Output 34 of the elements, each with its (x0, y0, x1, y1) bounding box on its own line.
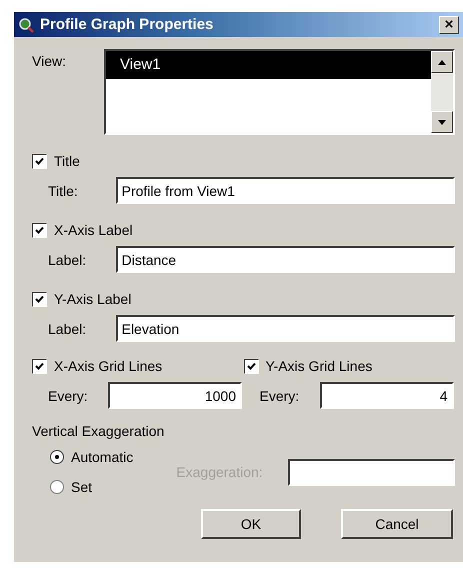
scrollbar[interactable] (431, 51, 453, 133)
field-label: Label: (48, 320, 88, 336)
field-label: Title: (48, 182, 79, 198)
checkbox[interactable]: X-Axis Label (32, 222, 455, 238)
text-field[interactable]: Distance (116, 246, 455, 273)
up-arrow-icon (438, 60, 446, 64)
text-field[interactable]: Elevation (116, 315, 455, 342)
check-icon (35, 226, 44, 234)
cancel-button[interactable]: Cancel (341, 509, 453, 539)
check-icon (246, 362, 256, 370)
radio-button[interactable]: Set (50, 479, 176, 495)
field-label: Label: (48, 252, 88, 268)
window-title: Profile Graph Properties (40, 16, 214, 33)
view-label: View: (32, 53, 67, 71)
down-arrow-icon (438, 120, 446, 124)
checkbox[interactable]: Title (32, 153, 455, 169)
field-label: Every: (48, 388, 89, 404)
check-icon (35, 156, 44, 166)
magnifier-icon (18, 16, 34, 32)
checkbox[interactable]: X-Axis Grid Lines (32, 358, 244, 374)
check-icon (35, 294, 44, 304)
radio-button[interactable]: Automatic (50, 449, 176, 465)
number-field[interactable]: 1000 (108, 382, 242, 409)
ok-button[interactable]: OK (201, 509, 301, 539)
checkbox[interactable]: Y-Axis Label (32, 291, 455, 307)
checkbox[interactable]: Y-Axis Grid Lines (244, 358, 455, 374)
list-item[interactable]: View1 (106, 51, 431, 79)
section-heading: Vertical Exaggeration (32, 423, 166, 439)
check-icon (35, 362, 44, 370)
view-list[interactable]: View1 (104, 49, 455, 135)
close-button[interactable]: × (439, 16, 459, 34)
number-field[interactable]: 4 (320, 382, 454, 409)
text-field[interactable]: Profile from View1 (116, 177, 455, 204)
field-label: Every: (260, 388, 300, 404)
